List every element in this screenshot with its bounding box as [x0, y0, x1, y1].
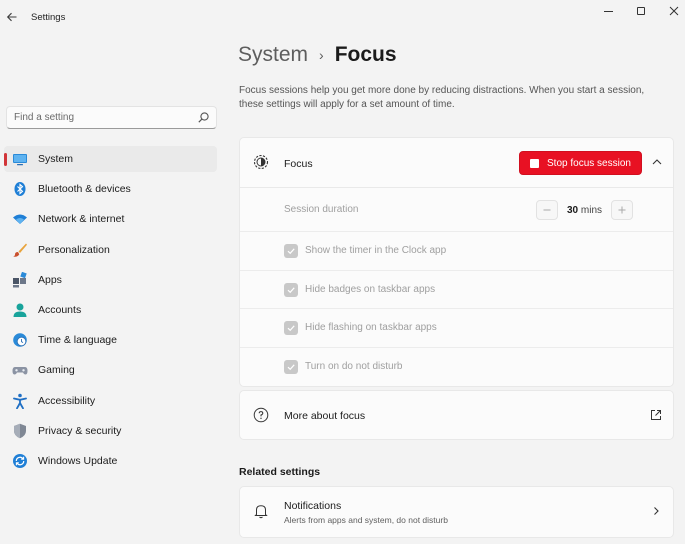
focus-card: Focus Stop focus session Session duratio… — [239, 137, 674, 387]
sidebar-item-label: System — [38, 153, 74, 165]
open-external-icon — [650, 409, 662, 424]
focus-title: Focus — [284, 158, 313, 170]
title-bar: Settings — [0, 0, 685, 36]
focus-header[interactable]: Focus Stop focus session — [240, 138, 673, 188]
sidebar-item-label: Network & internet — [38, 213, 125, 226]
breadcrumb-parent-link[interactable]: System — [238, 43, 308, 67]
option-row-show-timer: Show the timer in the Clock app — [240, 232, 673, 271]
session-duration-value: 30 mins — [558, 205, 611, 216]
wifi-icon — [12, 211, 28, 227]
show-timer-label: Show the timer in the Clock app — [305, 245, 447, 256]
bell-icon — [253, 503, 269, 522]
breadcrumb: System › Focus — [238, 43, 397, 67]
do-not-disturb-label: Turn on do not disturb — [305, 360, 403, 372]
hide-badges-checkbox[interactable] — [284, 282, 298, 297]
hide-badges-label: Hide badges on taskbar apps — [305, 283, 436, 295]
search-box[interactable] — [6, 106, 217, 129]
related-settings-heading: Related settings — [239, 466, 321, 478]
search-input[interactable] — [14, 112, 189, 123]
maximize-button[interactable] — [624, 2, 658, 20]
sidebar-item-accounts[interactable]: Accounts — [4, 297, 217, 323]
session-duration-stepper: 30 mins — [536, 200, 633, 220]
sidebar-item-system[interactable]: System — [4, 146, 217, 172]
sidebar-item-bluetooth[interactable]: Bluetooth & devices — [4, 176, 217, 202]
account-icon — [12, 302, 28, 318]
checkmark-icon — [287, 248, 295, 255]
sidebar-nav: System Bluetooth & devices Network & int… — [4, 146, 217, 478]
sidebar-item-gaming[interactable]: Gaming — [4, 357, 217, 383]
stop-focus-session-label: Stop focus session — [547, 157, 631, 169]
sidebar-item-label: Windows Update — [38, 454, 118, 467]
sidebar-item-label: Time & language — [38, 334, 117, 347]
more-about-focus-label: More about focus — [284, 410, 366, 422]
session-duration-label: Session duration — [284, 204, 359, 215]
sidebar-item-label: Accounts — [38, 303, 82, 316]
back-arrow-icon — [6, 12, 17, 22]
back-button[interactable] — [3, 6, 21, 28]
session-duration-row: Session duration 30 mins — [240, 188, 673, 232]
stop-focus-session-button[interactable]: Stop focus session — [519, 151, 642, 175]
sidebar-item-windows-update[interactable]: Windows Update — [4, 448, 217, 474]
checkmark-icon — [287, 286, 295, 293]
sidebar-item-label: Privacy & security — [38, 424, 122, 437]
shield-icon — [12, 423, 28, 439]
bluetooth-icon — [12, 181, 28, 197]
app-title: Settings — [31, 12, 66, 23]
notifications-link[interactable]: Notifications Alerts from apps and syste… — [239, 486, 674, 538]
stop-icon — [530, 158, 539, 168]
show-timer-checkbox[interactable] — [284, 244, 298, 258]
duration-number: 30 — [566, 204, 579, 216]
decrease-duration-button[interactable] — [536, 200, 558, 220]
page-title: Focus — [334, 43, 397, 66]
hide-flashing-label: Hide flashing on taskbar apps — [305, 322, 437, 333]
maximize-icon — [637, 7, 645, 15]
minimize-button[interactable] — [591, 2, 625, 20]
option-row-do-not-disturb: Turn on do not disturb — [240, 348, 673, 387]
sidebar-item-label: Gaming — [38, 364, 75, 377]
more-about-focus-link[interactable]: More about focus — [239, 390, 674, 440]
hide-flashing-checkbox[interactable] — [284, 321, 298, 335]
sidebar-item-label: Accessibility — [38, 394, 96, 407]
minimize-icon — [603, 10, 613, 12]
notifications-subtitle: Alerts from apps and system, do not dist… — [284, 515, 448, 525]
help-icon — [253, 407, 269, 426]
gamepad-icon — [12, 362, 28, 378]
apps-icon — [12, 271, 28, 288]
sidebar-item-time-language[interactable]: Time & language — [4, 327, 217, 353]
sidebar-item-label: Apps — [38, 273, 62, 286]
update-icon — [12, 453, 28, 469]
accessibility-icon — [12, 393, 28, 409]
sidebar-item-apps[interactable]: Apps — [4, 267, 217, 293]
sidebar-item-accessibility[interactable]: Accessibility — [4, 388, 217, 414]
close-icon — [669, 6, 679, 16]
increase-duration-button[interactable] — [611, 200, 633, 220]
page-description: Focus sessions help you get more done by… — [239, 85, 645, 110]
sidebar-item-label: Bluetooth & devices — [38, 183, 131, 196]
system-icon — [12, 151, 28, 167]
do-not-disturb-checkbox[interactable] — [284, 359, 298, 374]
plus-icon — [618, 206, 626, 214]
sidebar-item-label: Personalization — [38, 243, 110, 256]
focus-icon — [253, 154, 269, 173]
option-row-hide-badges: Hide badges on taskbar apps — [240, 271, 673, 309]
notifications-title: Notifications — [284, 500, 342, 512]
sidebar-item-privacy-security[interactable]: Privacy & security — [4, 418, 217, 444]
minus-icon — [543, 209, 551, 211]
option-row-hide-flashing: Hide flashing on taskbar apps — [240, 309, 673, 348]
sidebar-item-network[interactable]: Network & internet — [4, 206, 217, 232]
chevron-up-icon[interactable] — [650, 155, 664, 169]
chevron-right-icon — [650, 505, 662, 520]
clock-globe-icon — [12, 332, 28, 348]
duration-unit: mins — [580, 204, 603, 216]
breadcrumb-separator: › — [319, 47, 324, 63]
checkmark-icon — [287, 363, 295, 370]
checkmark-icon — [287, 325, 295, 332]
search-icon[interactable] — [197, 111, 210, 127]
close-button[interactable] — [657, 2, 685, 20]
brush-icon — [12, 242, 28, 258]
sidebar-item-personalization[interactable]: Personalization — [4, 237, 217, 263]
